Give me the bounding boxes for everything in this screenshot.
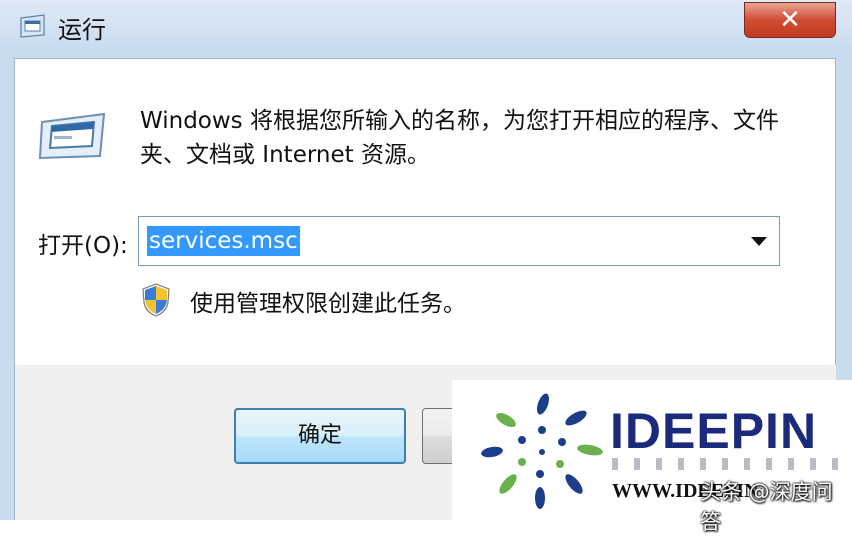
dialog-description: Windows 将根据您所输入的名称，为您打开相应的程序、文件夹、文档或 Int… [140, 108, 779, 168]
admin-privilege-note: 使用管理权限创建此任务。 [190, 291, 466, 317]
window-title: 运行 [58, 16, 106, 44]
ok-button[interactable]: 确定 [234, 408, 406, 464]
open-input-text: services.msc [147, 226, 300, 256]
close-button[interactable]: ✕ [744, 2, 836, 38]
close-icon: ✕ [779, 5, 801, 35]
title-bar[interactable]: 运行 ✕ [0, 0, 852, 54]
run-icon [38, 112, 106, 160]
run-dialog: 运行 ✕ Windows 将根据您所输入的名称，为您打开相应的程序、文件夹、文档… [0, 0, 852, 534]
chevron-down-icon[interactable] [751, 237, 767, 246]
uac-shield-icon [142, 283, 170, 317]
watermark: IDEEPIN WWW.IDEEPIN 头条 @深度问答 [452, 380, 852, 534]
open-combobox[interactable]: services.msc [138, 216, 780, 266]
run-app-icon [20, 14, 45, 38]
ideepin-logo-icon [481, 393, 603, 509]
watermark-caption: 头条 @深度问答 [700, 480, 833, 534]
open-label: 打开(O): [38, 233, 128, 259]
watermark-brand: IDEEPIN [610, 403, 818, 459]
watermark-divider [612, 458, 842, 470]
